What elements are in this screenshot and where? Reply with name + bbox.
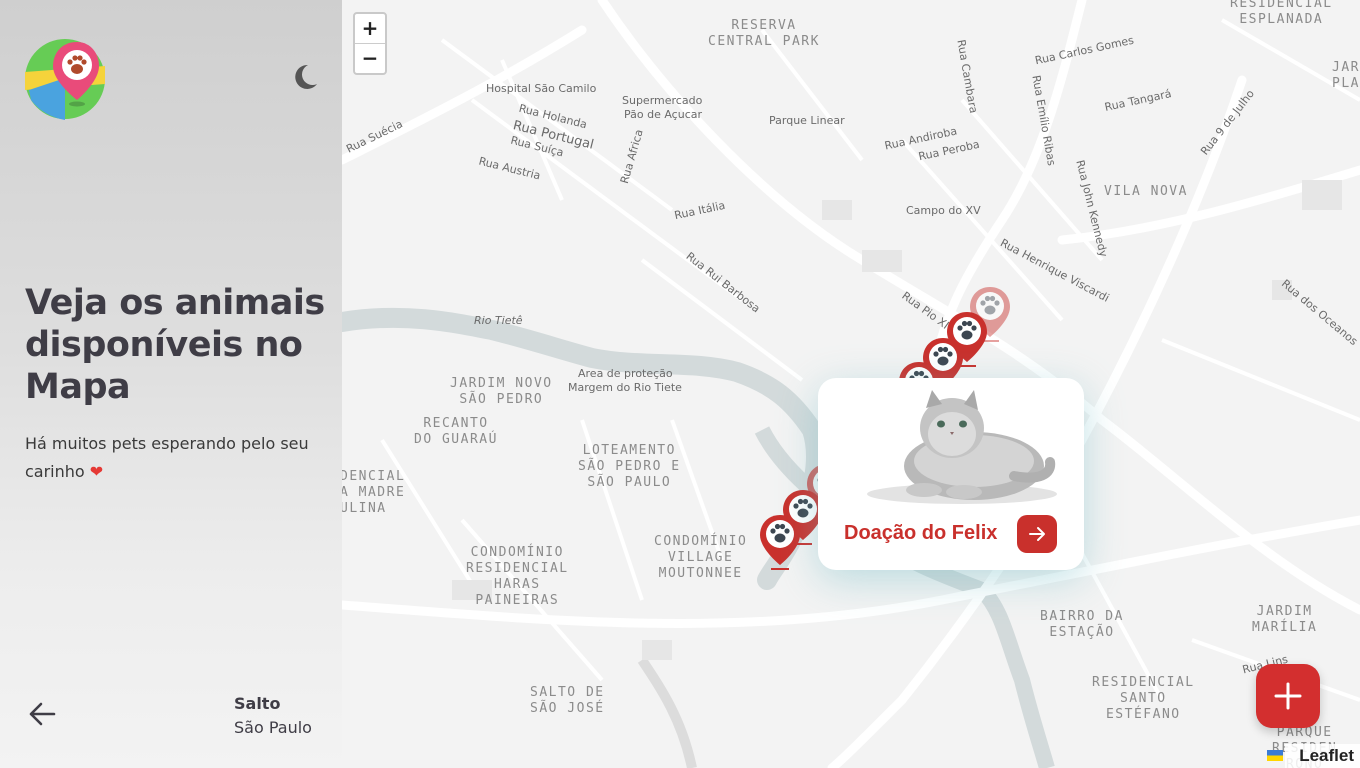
ukraine-flag-icon bbox=[1267, 750, 1284, 761]
page-title: Veja os animais disponíveis no Mapa bbox=[25, 283, 325, 407]
dark-mode-toggle-moon-icon[interactable] bbox=[290, 62, 320, 92]
popup-pet-title[interactable]: Doação do Felix bbox=[844, 522, 997, 545]
popup-open-details-button[interactable] bbox=[1017, 515, 1057, 553]
map-label: Rio Tietê bbox=[474, 314, 523, 327]
district-label: JARDIM MARÍLIA bbox=[1252, 604, 1318, 635]
back-arrow-button[interactable] bbox=[26, 698, 58, 730]
map-label: Supermercado bbox=[622, 94, 703, 107]
map-label: Margem do Rio Tiete bbox=[568, 381, 682, 394]
leaflet-link[interactable]: Leaflet bbox=[1299, 746, 1354, 765]
district-label: VILA NOVA bbox=[1104, 184, 1188, 199]
plus-icon bbox=[1274, 682, 1302, 710]
map-label: Hospital São Camilo bbox=[486, 82, 597, 95]
sidebar: Veja os animais disponíveis no Mapa Há m… bbox=[0, 0, 342, 768]
add-pet-button[interactable] bbox=[1256, 664, 1320, 728]
district-label: CONDOMÍNIO RESIDENCIAL HARAS PAINEIRAS bbox=[466, 545, 569, 608]
location-city: Salto bbox=[234, 694, 281, 713]
pet-popup-card: Doação do Felix bbox=[818, 378, 1084, 570]
district-label: RESIDENCIAL SANTO ESTÉFANO bbox=[1092, 675, 1195, 722]
zoom-in-button[interactable]: + bbox=[355, 14, 385, 43]
location-state: São Paulo bbox=[234, 718, 312, 737]
pet-map-pin[interactable] bbox=[758, 513, 802, 573]
page-subtitle: Há muitos pets esperando pelo seu carinh… bbox=[25, 430, 325, 486]
district-label: LOTEAMENTO SÃO PEDRO E SÃO PAULO bbox=[578, 443, 681, 490]
district-label: SALTO DE SÃO JOSÉ bbox=[530, 685, 605, 716]
map-attribution: Leaflet bbox=[1267, 744, 1360, 768]
arrow-right-icon bbox=[1029, 527, 1045, 541]
map-label: Campo do XV bbox=[906, 204, 981, 217]
map-label: Area de proteção bbox=[578, 367, 673, 380]
pet-photo-cat bbox=[854, 386, 1064, 506]
district-label: RECANTO DO GUARAÚ bbox=[414, 416, 498, 447]
zoom-out-button[interactable]: − bbox=[355, 43, 385, 73]
district-label: RESIDENCIAL ESPLANADA bbox=[1230, 0, 1333, 27]
heart-icon: ❤ bbox=[89, 462, 104, 481]
district-label: DENCIAL A MADRE ULINA bbox=[342, 469, 406, 516]
district-label: CONDOMÍNIO VILLAGE MOUTONNEE bbox=[654, 534, 748, 581]
district-label: JARDIM NOVO SÃO PEDRO bbox=[450, 376, 553, 407]
map-label: Pão de Açucar bbox=[624, 108, 703, 121]
district-label: RESERVA CENTRAL PARK bbox=[708, 18, 820, 49]
subtitle-text: Há muitos pets esperando pelo seu carinh… bbox=[25, 434, 309, 481]
app-logo-map-pin-icon bbox=[25, 39, 105, 120]
district-label: BAIRRO DA ESTAÇÃO bbox=[1040, 609, 1124, 640]
zoom-controls: + − bbox=[353, 12, 387, 75]
location-info: Salto São Paulo bbox=[234, 692, 312, 740]
map-label: Parque Linear bbox=[769, 114, 845, 127]
district-label: JARD PLAN bbox=[1332, 60, 1360, 91]
